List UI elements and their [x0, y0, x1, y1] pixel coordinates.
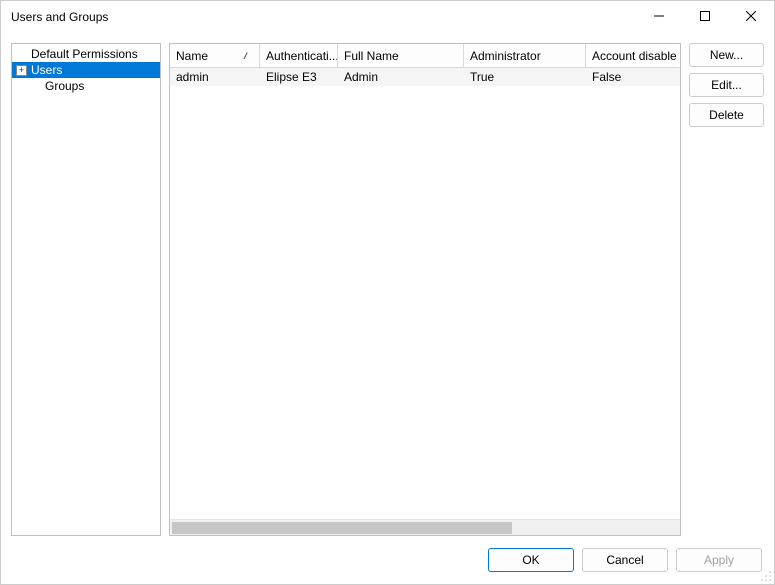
ok-button[interactable]: OK — [488, 548, 574, 572]
table-body[interactable]: admin Elipse E3 Admin True False — [170, 68, 680, 519]
table-header: Name / Authenticati... Full Name Adminis… — [170, 44, 680, 68]
cell-full-name: Admin — [338, 68, 464, 86]
table-row[interactable]: admin Elipse E3 Admin True False — [170, 68, 680, 86]
edit-button[interactable]: Edit... — [689, 73, 764, 97]
dialog-content: Default Permissions + Users Groups Name … — [1, 33, 774, 536]
tree-label: Users — [31, 63, 62, 77]
column-label: Name — [176, 49, 208, 63]
main-area: Name / Authenticati... Full Name Adminis… — [169, 43, 764, 536]
cell-authentication: Elipse E3 — [260, 68, 338, 86]
cell-account-disabled: False — [586, 68, 676, 86]
column-label: Authenticati... — [266, 49, 338, 63]
tree-label: Groups — [45, 79, 84, 93]
cell-name: admin — [170, 68, 260, 86]
cancel-button[interactable]: Cancel — [582, 548, 668, 572]
column-label: Account disabled — [592, 49, 676, 63]
column-header-account-disabled[interactable]: Account disabled — [586, 44, 676, 67]
maximize-button[interactable] — [682, 1, 728, 31]
tree-item-users[interactable]: + Users — [12, 62, 160, 78]
minimize-button[interactable] — [636, 1, 682, 31]
window-controls — [636, 1, 774, 33]
tree-item-default-permissions[interactable]: Default Permissions — [12, 46, 160, 62]
side-button-panel: New... Edit... Delete — [689, 43, 764, 536]
column-header-administrator[interactable]: Administrator — [464, 44, 586, 67]
horizontal-scrollbar[interactable] — [170, 519, 680, 535]
scrollbar-thumb[interactable] — [172, 522, 512, 534]
tree-label: Default Permissions — [31, 47, 138, 61]
tree-panel[interactable]: Default Permissions + Users Groups — [11, 43, 161, 536]
window-title: Users and Groups — [11, 10, 636, 24]
column-header-authentication[interactable]: Authenticati... — [260, 44, 338, 67]
column-header-name[interactable]: Name / — [170, 44, 260, 67]
close-icon — [746, 11, 756, 21]
sort-asc-icon: / — [244, 51, 256, 61]
column-label: Full Name — [344, 49, 399, 63]
apply-button: Apply — [676, 548, 762, 572]
cell-administrator: True — [464, 68, 586, 86]
tree-item-groups[interactable]: Groups — [12, 78, 160, 94]
dialog-footer: OK Cancel Apply — [1, 536, 774, 584]
maximize-icon — [700, 11, 710, 21]
resize-grip-icon[interactable] — [760, 570, 772, 582]
close-button[interactable] — [728, 1, 774, 31]
titlebar: Users and Groups — [1, 1, 774, 33]
expand-plus-icon[interactable]: + — [16, 65, 27, 76]
users-table: Name / Authenticati... Full Name Adminis… — [169, 43, 681, 536]
new-button[interactable]: New... — [689, 43, 764, 67]
column-label: Administrator — [470, 49, 541, 63]
minimize-icon — [654, 11, 664, 21]
column-header-full-name[interactable]: Full Name — [338, 44, 464, 67]
delete-button[interactable]: Delete — [689, 103, 764, 127]
